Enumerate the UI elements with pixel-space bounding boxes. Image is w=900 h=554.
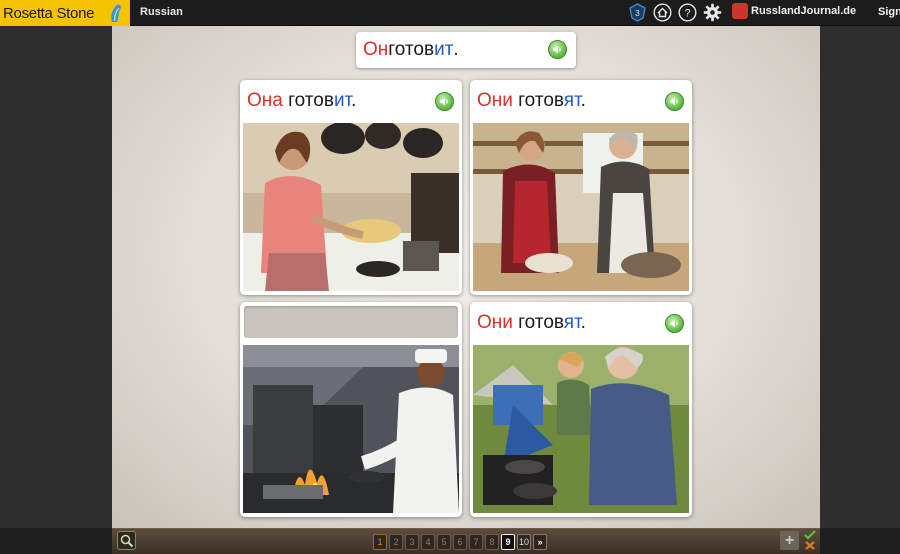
x-icon (805, 541, 815, 550)
card-4-period: . (580, 312, 586, 333)
logo-text: Rosetta Stone (3, 4, 95, 22)
screen-pager: 1 2 3 4 5 6 7 8 9 10 » (373, 534, 547, 550)
page-button-6[interactable]: 6 (453, 534, 467, 550)
page-button-1[interactable]: 1 (373, 534, 387, 550)
two-women-cooking-photo (473, 123, 689, 291)
page-button-5[interactable]: 5 (437, 534, 451, 550)
course-name[interactable]: Russian (140, 6, 183, 18)
answer-card-3[interactable] (240, 302, 462, 517)
plus-icon: + (784, 531, 795, 549)
next-page-button[interactable]: » (533, 534, 547, 550)
card-1-subject: Она (247, 90, 283, 111)
card-4-verb-ending: ят (563, 312, 581, 333)
check-icon (804, 530, 816, 540)
card-2-verb-ending: ят (563, 90, 581, 111)
top-bar: Rosetta Stone Russian 3 ? RusslandJourna… (0, 0, 900, 26)
camp-cooking-photo (473, 345, 689, 513)
answer-card-2[interactable]: Они готовят. (470, 80, 692, 295)
prompt-word-2-ending: ит (434, 39, 454, 60)
card-2-caption: Они готовят. (477, 90, 586, 112)
page-button-3[interactable]: 3 (405, 534, 419, 550)
site-favicon-icon (732, 3, 748, 19)
card-2-period: . (580, 90, 586, 111)
woman-cooking-photo (243, 123, 459, 291)
page-button-9-current[interactable]: 9 (501, 534, 515, 550)
logo-stone-icon (111, 4, 121, 22)
card-4-subject: Они (477, 312, 513, 333)
left-margin (0, 26, 112, 528)
page-button-7[interactable]: 7 (469, 534, 483, 550)
profile-shield-icon[interactable]: 3 (628, 3, 647, 22)
page-button-2[interactable]: 2 (389, 534, 403, 550)
help-icon[interactable]: ? (678, 3, 697, 22)
svg-text:3: 3 (635, 9, 640, 18)
card-1-caption: Она готовит. (247, 90, 356, 112)
card-2-verb-stem: готов (512, 90, 564, 111)
card-1-speaker-icon[interactable] (435, 92, 454, 111)
right-margin (820, 26, 900, 528)
gear-icon[interactable] (703, 3, 722, 22)
lesson-stage: Он готов ит. Она готовит. Они готовят. О… (112, 26, 820, 528)
magnify-button[interactable] (117, 531, 136, 550)
card-1-period: . (351, 90, 357, 111)
page-button-8[interactable]: 8 (485, 534, 499, 550)
chef-at-stove-photo (243, 345, 459, 513)
page-button-10[interactable]: 10 (517, 534, 531, 550)
sign-in-link[interactable]: Sign (878, 6, 900, 18)
card-1-verb-ending: ит (333, 90, 352, 111)
card-2-subject: Они (477, 90, 513, 111)
rosetta-stone-logo[interactable]: Rosetta Stone (0, 0, 130, 26)
home-icon[interactable] (653, 3, 672, 22)
card-4-caption: Они готовят. (477, 312, 586, 334)
magnify-icon (120, 534, 133, 547)
page-button-4[interactable]: 4 (421, 534, 435, 550)
svg-text:?: ? (684, 8, 690, 20)
card-2-speaker-icon[interactable] (665, 92, 684, 111)
add-button[interactable]: + (780, 531, 799, 550)
card-4-speaker-icon[interactable] (665, 314, 684, 333)
card-3-answer-slot[interactable] (244, 306, 458, 338)
site-label: RusslandJournal.de (751, 5, 857, 17)
answer-card-4[interactable]: Они готовят. (470, 302, 692, 517)
prompt-period: . (453, 39, 459, 60)
prompt-speaker-icon[interactable] (548, 40, 567, 59)
site-link[interactable]: RusslandJournal.de (732, 3, 856, 19)
answer-status-marks (804, 530, 816, 550)
prompt-word-1: Он (363, 39, 389, 60)
prompt-box: Он готов ит. (356, 32, 576, 68)
answer-card-1[interactable]: Она готовит. (240, 80, 462, 295)
prompt-word-2: готов (388, 39, 435, 60)
card-1-verb-stem: готов (282, 90, 334, 111)
card-4-verb-stem: готов (512, 312, 564, 333)
